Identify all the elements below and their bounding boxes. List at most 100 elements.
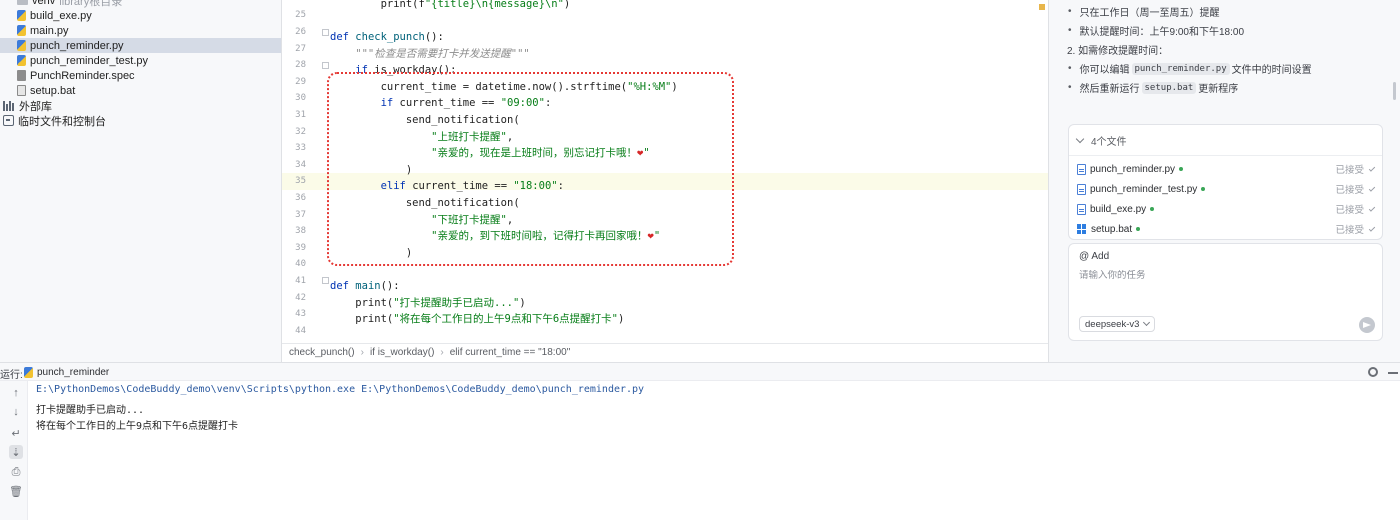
task-input[interactable] bbox=[1079, 270, 1369, 281]
tree-item-external-libraries[interactable]: 外部库 bbox=[0, 98, 281, 113]
accepted-status: 已接受 bbox=[1335, 162, 1376, 176]
console-line: 打卡提醒助手已启动... bbox=[36, 405, 145, 416]
tree-item-venv[interactable]: venv library根目录 bbox=[0, 0, 281, 8]
changed-file-row[interactable]: build_exe.py 已接受 bbox=[1077, 199, 1376, 219]
file-icon bbox=[1077, 183, 1086, 195]
code-line[interactable]: def main(): bbox=[330, 278, 400, 294]
fold-marker[interactable] bbox=[322, 277, 329, 284]
library-icon bbox=[3, 100, 15, 111]
files-header[interactable]: 4个文件 bbox=[1069, 125, 1382, 156]
breadcrumb-separator-icon: › bbox=[360, 347, 364, 358]
console-icon bbox=[3, 115, 14, 126]
line-number: 38 bbox=[295, 226, 306, 236]
breadcrumb-item[interactable]: if is_workday() bbox=[370, 347, 434, 358]
tree-item-spec[interactable]: PunchReminder.spec bbox=[0, 68, 281, 83]
folder-icon bbox=[17, 0, 28, 5]
tree-item-label: punch_reminder_test.py bbox=[30, 54, 149, 67]
line-number: 37 bbox=[295, 210, 306, 220]
line-number: 26 bbox=[295, 27, 306, 37]
line-number: 40 bbox=[295, 259, 306, 269]
inline-code: punch_reminder.py bbox=[1131, 62, 1230, 75]
send-button[interactable] bbox=[1359, 317, 1375, 333]
fold-marker[interactable] bbox=[322, 29, 329, 36]
trash-icon[interactable]: 🗑 bbox=[9, 484, 23, 498]
model-select[interactable]: deepseek-v3 bbox=[1079, 316, 1156, 332]
tree-item-punch-reminder[interactable]: punch_reminder.py bbox=[0, 38, 281, 53]
code-line[interactable]: """检查是否需要打卡并发送提醒""" bbox=[330, 46, 529, 62]
chat-bullet-text: 然后重新运行 bbox=[1079, 84, 1140, 95]
scroll-to-end-icon[interactable]: ⇣ bbox=[9, 445, 23, 459]
changed-file-row[interactable]: setup.bat 已接受 bbox=[1077, 219, 1376, 239]
windows-icon bbox=[1077, 224, 1087, 234]
status-text: 已接受 bbox=[1335, 185, 1364, 196]
chat-scrollbar[interactable] bbox=[1393, 82, 1396, 100]
accepted-status: 已接受 bbox=[1335, 222, 1376, 236]
minimize-icon[interactable] bbox=[1388, 372, 1398, 374]
tree-item-label: build_exe.py bbox=[30, 9, 92, 22]
line-number: 42 bbox=[295, 293, 306, 303]
file-name: setup.bat bbox=[1091, 223, 1133, 235]
line-number: 31 bbox=[295, 110, 306, 120]
bat-file-icon bbox=[17, 85, 26, 96]
console-line: E:\PythonDemos\CodeBuddy_demo\venv\Scrip… bbox=[36, 384, 645, 395]
line-gutter: 25 26 27 28 29 30 31 32 33 34 35 36 37 3… bbox=[282, 0, 322, 343]
editor-scrollbar[interactable] bbox=[1037, 0, 1047, 343]
tree-item-label: main.py bbox=[30, 24, 69, 37]
model-name: deepseek-v3 bbox=[1085, 318, 1140, 330]
chat-bullet-text: 只在工作日（周一至周五）提醒 bbox=[1079, 8, 1220, 19]
tree-item-build-exe[interactable]: build_exe.py bbox=[0, 8, 281, 23]
chat-bullet-text: 默认提醒时间：上午9:00和下午18:00 bbox=[1079, 27, 1245, 38]
line-number: 33 bbox=[295, 143, 306, 153]
add-context-button[interactable]: @ Add bbox=[1079, 251, 1109, 262]
status-dot bbox=[1201, 187, 1206, 191]
soft-wrap-icon[interactable]: ↵ bbox=[9, 426, 23, 440]
line-number: 27 bbox=[295, 44, 306, 54]
warning-marker[interactable] bbox=[1039, 4, 1045, 10]
python-file-icon bbox=[17, 10, 26, 21]
code-line[interactable]: print(f"{title}\n{message}\n") bbox=[330, 0, 571, 12]
python-file-icon bbox=[17, 25, 26, 36]
status-dot bbox=[1150, 207, 1155, 211]
changed-files-card: 4个文件 punch_reminder.py 已接受 punch_reminde… bbox=[1068, 124, 1383, 240]
changed-file-row[interactable]: punch_reminder.py 已接受 bbox=[1077, 159, 1376, 179]
file-icon bbox=[1077, 203, 1086, 215]
line-number: 32 bbox=[295, 127, 306, 137]
line-number: 35 bbox=[295, 176, 306, 186]
breadcrumb-item[interactable]: check_punch() bbox=[289, 347, 355, 358]
python-file-icon bbox=[17, 55, 26, 66]
file-name: punch_reminder.py bbox=[1090, 163, 1176, 175]
run-window-header: 运行: punch_reminder bbox=[0, 362, 1400, 381]
file-icon bbox=[1077, 163, 1086, 175]
line-number: 28 bbox=[295, 60, 306, 70]
accepted-status: 已接受 bbox=[1335, 202, 1376, 216]
run-tab[interactable]: punch_reminder bbox=[24, 363, 109, 381]
gear-icon[interactable] bbox=[1368, 367, 1378, 377]
line-number: 30 bbox=[295, 93, 306, 103]
arrow-up-icon[interactable]: ↑ bbox=[9, 386, 23, 400]
tree-item-setup-bat[interactable]: setup.bat bbox=[0, 83, 281, 98]
console-output[interactable]: E:\PythonDemos\CodeBuddy_demo\venv\Scrip… bbox=[28, 381, 1400, 520]
code-line[interactable]: print("将在每个工作日的上午9点和下午6点提醒打卡") bbox=[330, 311, 624, 327]
code-line[interactable]: print("打卡提醒助手已启动...") bbox=[330, 295, 525, 311]
status-dot bbox=[1179, 167, 1184, 171]
changed-file-row[interactable]: punch_reminder_test.py 已接受 bbox=[1077, 179, 1376, 199]
inline-code: setup.bat bbox=[1141, 81, 1197, 94]
fold-marker[interactable] bbox=[322, 62, 329, 69]
arrow-down-icon[interactable]: ↓ bbox=[9, 405, 23, 419]
python-file-icon bbox=[24, 366, 33, 378]
chat-bullet: 然后重新运行 setup.bat 更新程序 bbox=[1068, 80, 1238, 95]
check-icon bbox=[1368, 204, 1376, 212]
tree-item-label: punch_reminder.py bbox=[30, 39, 124, 52]
tree-item-punch-reminder-test[interactable]: punch_reminder_test.py bbox=[0, 53, 281, 68]
print-icon[interactable]: ⎙ bbox=[9, 465, 23, 479]
line-number: 39 bbox=[295, 243, 306, 253]
chevron-down-icon bbox=[1075, 134, 1085, 143]
code-line[interactable]: def check_punch(): bbox=[330, 29, 444, 45]
breadcrumb-item[interactable]: elif current_time == "18:00" bbox=[450, 347, 571, 358]
check-icon bbox=[1368, 184, 1376, 192]
line-number: 44 bbox=[295, 326, 306, 336]
tree-item-label: setup.bat bbox=[30, 84, 76, 97]
tree-item-scratches[interactable]: 临时文件和控制台 bbox=[0, 113, 281, 128]
chat-bullet: 你可以编辑 punch_reminder.py 文件中的时间设置 bbox=[1068, 61, 1312, 76]
tree-item-main[interactable]: main.py bbox=[0, 23, 281, 38]
